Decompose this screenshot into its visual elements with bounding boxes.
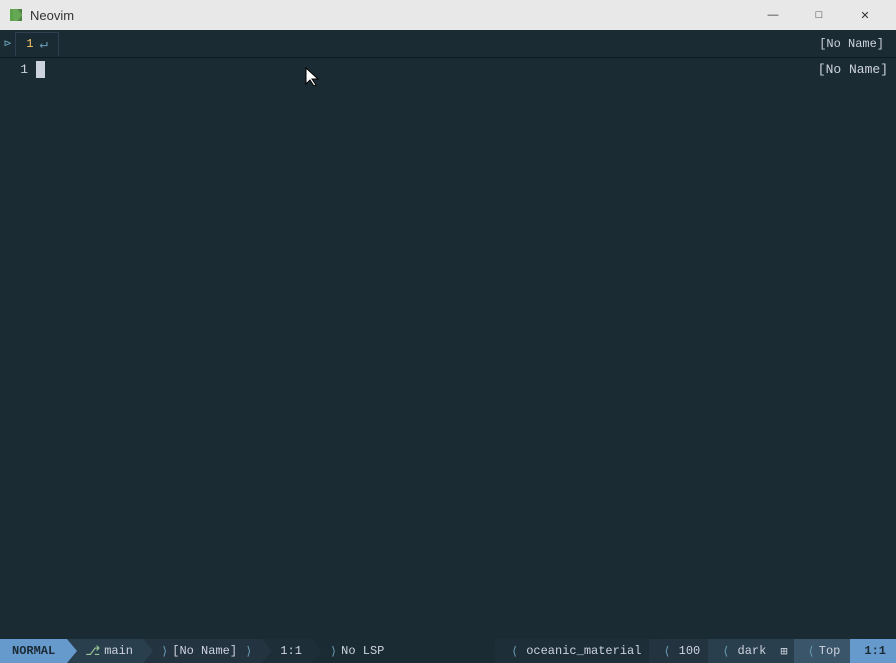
filename-arrow2: ⟩: [245, 644, 252, 659]
theme-arrow-left: ⟨: [511, 644, 518, 659]
line-numbers: 1: [0, 58, 36, 639]
tab-name-right: [No Name]: [819, 37, 892, 51]
status-middle-spacer: [394, 639, 495, 663]
neovim-icon: [8, 7, 24, 23]
theme-text: oceanic_material: [526, 644, 641, 658]
top-arrow-left: ⟨: [808, 644, 815, 659]
lsp-arrow: ⟩: [330, 644, 337, 659]
line-number-1: 1: [0, 60, 28, 79]
statusbar: NORMAL ⎇ main ⟩ [No Name] ⟩ 1:1 ⟩ No LSP…: [0, 639, 896, 663]
filename-text: [No Name]: [172, 644, 237, 658]
tab-number: 1: [26, 37, 33, 51]
position-text: 1:1: [280, 644, 302, 658]
status-right: ⟨ oceanic_material ⟨ 100 ⟨ dark ⊞ ⟨ Top …: [495, 639, 896, 663]
status-git: ⎇ main: [67, 639, 143, 663]
status-percent: ⟨ 100: [649, 639, 708, 663]
percent-text: 100: [679, 644, 701, 658]
cursor-line: [36, 60, 896, 79]
editor-area: 1 [No Name]: [0, 58, 896, 639]
status-rowcol: 1:1: [850, 639, 896, 663]
darkmode-text: dark: [738, 644, 767, 658]
minimize-button[interactable]: —: [750, 0, 796, 30]
no-name-label: [No Name]: [818, 62, 888, 77]
tab-item[interactable]: 1 ↵: [15, 32, 59, 56]
status-top: ⟨ Top: [794, 639, 851, 663]
tab-arrow-left: ⊳: [4, 36, 11, 51]
git-branch-icon: ⎇: [85, 644, 100, 659]
cursor-block: [36, 61, 45, 78]
lsp-text: No LSP: [341, 644, 384, 658]
titlebar: Neovim — □ ✕: [0, 0, 896, 30]
editor-content[interactable]: [36, 58, 896, 639]
top-text: Top: [819, 644, 841, 658]
close-button[interactable]: ✕: [842, 0, 888, 30]
maximize-button[interactable]: □: [796, 0, 842, 30]
status-darkmode: ⟨ dark: [708, 639, 774, 663]
git-branch-name: main: [104, 644, 133, 658]
tab-modified-icon: ↵: [39, 36, 47, 53]
filename-arrow1: ⟩: [161, 644, 168, 659]
titlebar-controls: — □ ✕: [750, 0, 888, 30]
titlebar-title: Neovim: [30, 8, 74, 23]
status-lsp: ⟩ No LSP: [312, 639, 394, 663]
status-theme: ⟨ oceanic_material: [495, 639, 649, 663]
status-os-icon: ⊞: [774, 639, 793, 663]
tabbar: ⊳ 1 ↵ [No Name]: [0, 30, 896, 58]
percent-arrow-left: ⟨: [663, 644, 670, 659]
os-icon: ⊞: [780, 644, 787, 659]
darkmode-arrow-left: ⟨: [722, 644, 729, 659]
status-filename: ⟩ [No Name] ⟩: [143, 639, 262, 663]
status-mode: NORMAL: [0, 639, 67, 663]
titlebar-left: Neovim: [8, 7, 74, 23]
